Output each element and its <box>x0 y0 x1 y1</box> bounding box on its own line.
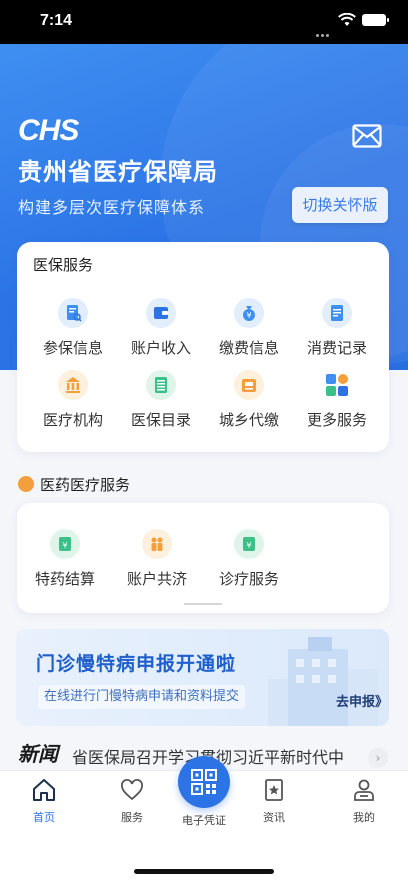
page-subtitle: 构建多层次医疗保障体系 <box>18 198 206 217</box>
service-label: 城乡代缴 <box>218 411 279 429</box>
tab-label: 首页 <box>33 811 55 824</box>
service-label: 账户收入 <box>130 339 191 357</box>
qr-code-icon <box>191 769 217 795</box>
service-medical-institutions[interactable]: 医疗机构 <box>33 370 113 430</box>
wallet-icon <box>146 298 176 328</box>
banner-title: 门诊慢特病申报开通啦 <box>36 653 237 675</box>
service-label: 更多服务 <box>306 411 367 429</box>
receipt-icon <box>322 298 352 328</box>
home-indicator <box>134 869 274 874</box>
service-label: 医保目录 <box>130 411 191 429</box>
service-label: 消费记录 <box>306 339 367 357</box>
cashier-icon <box>234 370 264 400</box>
service-account-income[interactable]: 账户收入 <box>121 298 201 358</box>
service-label: 缴费信息 <box>218 339 279 357</box>
banner-subtitle: 在线进行门慢特病申请和资料提交 <box>38 685 246 709</box>
switch-care-mode-button[interactable]: 切换关怀版 <box>292 187 388 223</box>
app-screen: 7:14 CHS 贵州省医疗保障局 构建多层次医疗保障体系 切换关怀版 医保服务… <box>0 0 408 883</box>
section-marker-icon <box>18 476 34 492</box>
chronic-disease-banner[interactable]: 门诊慢特病申报开通啦 在线进行门慢特病申请和资料提交 去申报》 <box>16 629 389 726</box>
document-search-icon <box>58 298 88 328</box>
heart-icon <box>121 779 143 801</box>
status-time: 7:14 <box>40 12 73 29</box>
service-consumption-records[interactable]: 消费记录 <box>297 298 377 358</box>
chevron-right-icon[interactable]: › <box>368 748 388 768</box>
more-apps-icon <box>322 370 352 400</box>
service-label: 医疗机构 <box>42 411 103 429</box>
medical-services-card: ¥ 特药结算 账户共济 ¥ 诊疗服务 <box>17 503 389 613</box>
tab-e-voucher-label[interactable]: 电子凭证 <box>164 812 244 828</box>
service-rural-payment[interactable]: 城乡代缴 <box>209 370 289 430</box>
family-share-icon <box>142 529 172 559</box>
home-icon <box>33 779 55 801</box>
service-label: 账户共济 <box>126 570 187 588</box>
wifi-icon <box>338 13 356 26</box>
tab-news[interactable]: 资讯 <box>244 777 304 825</box>
money-bag-icon: ¥ <box>234 298 264 328</box>
e-voucher-button[interactable] <box>178 756 230 808</box>
scroll-indicator <box>184 603 222 605</box>
news-logo: 新闻 <box>18 742 58 766</box>
user-icon <box>354 779 374 801</box>
mail-icon[interactable] <box>352 124 382 148</box>
institution-icon <box>58 370 88 400</box>
tab-label: 服务 <box>121 811 143 824</box>
tab-label: 资讯 <box>263 811 285 824</box>
service-account-sharing[interactable]: 账户共济 <box>117 529 197 589</box>
service-label: 诊疗服务 <box>218 570 279 588</box>
pharmacy-settlement-icon: ¥ <box>50 529 80 559</box>
tab-profile[interactable]: 我的 <box>334 777 394 825</box>
building-illustration-icon <box>268 637 378 726</box>
status-bar: 7:14 <box>0 0 408 44</box>
service-label: 参保信息 <box>42 339 103 357</box>
insurance-services-card: 医保服务 参保信息 账户收入 ¥ 缴费信息 消费记录 医疗机构 医保目录 城乡代… <box>17 242 389 452</box>
svg-text:¥: ¥ <box>246 311 251 320</box>
service-label: 特药结算 <box>34 570 95 588</box>
tab-home[interactable]: 首页 <box>14 777 74 825</box>
tab-label: 我的 <box>353 811 375 824</box>
apply-now-button[interactable]: 去申报》 <box>336 691 388 710</box>
tab-services[interactable]: 服务 <box>102 777 162 825</box>
service-payment-info[interactable]: ¥ 缴费信息 <box>209 298 289 358</box>
insurance-services-title: 医保服务 <box>33 256 94 274</box>
battery-icon <box>362 14 389 26</box>
medical-services-title: 医药医疗服务 <box>40 476 131 494</box>
service-more[interactable]: 更多服务 <box>297 370 377 430</box>
news-bookmark-icon <box>265 779 283 801</box>
service-insurance-catalog[interactable]: 医保目录 <box>121 370 201 430</box>
service-insurance-info[interactable]: 参保信息 <box>33 298 113 358</box>
svg-text:¥: ¥ <box>246 541 251 550</box>
page-title: 贵州省医疗保障局 <box>18 158 218 186</box>
service-special-drug-settlement[interactable]: ¥ 特药结算 <box>25 529 105 589</box>
medical-service-icon: ¥ <box>234 529 264 559</box>
chs-logo: CHS <box>18 114 79 147</box>
svg-text:¥: ¥ <box>62 541 67 550</box>
catalog-icon <box>146 370 176 400</box>
service-diagnosis-treatment[interactable]: ¥ 诊疗服务 <box>209 529 289 589</box>
status-dots-icon <box>316 22 331 41</box>
